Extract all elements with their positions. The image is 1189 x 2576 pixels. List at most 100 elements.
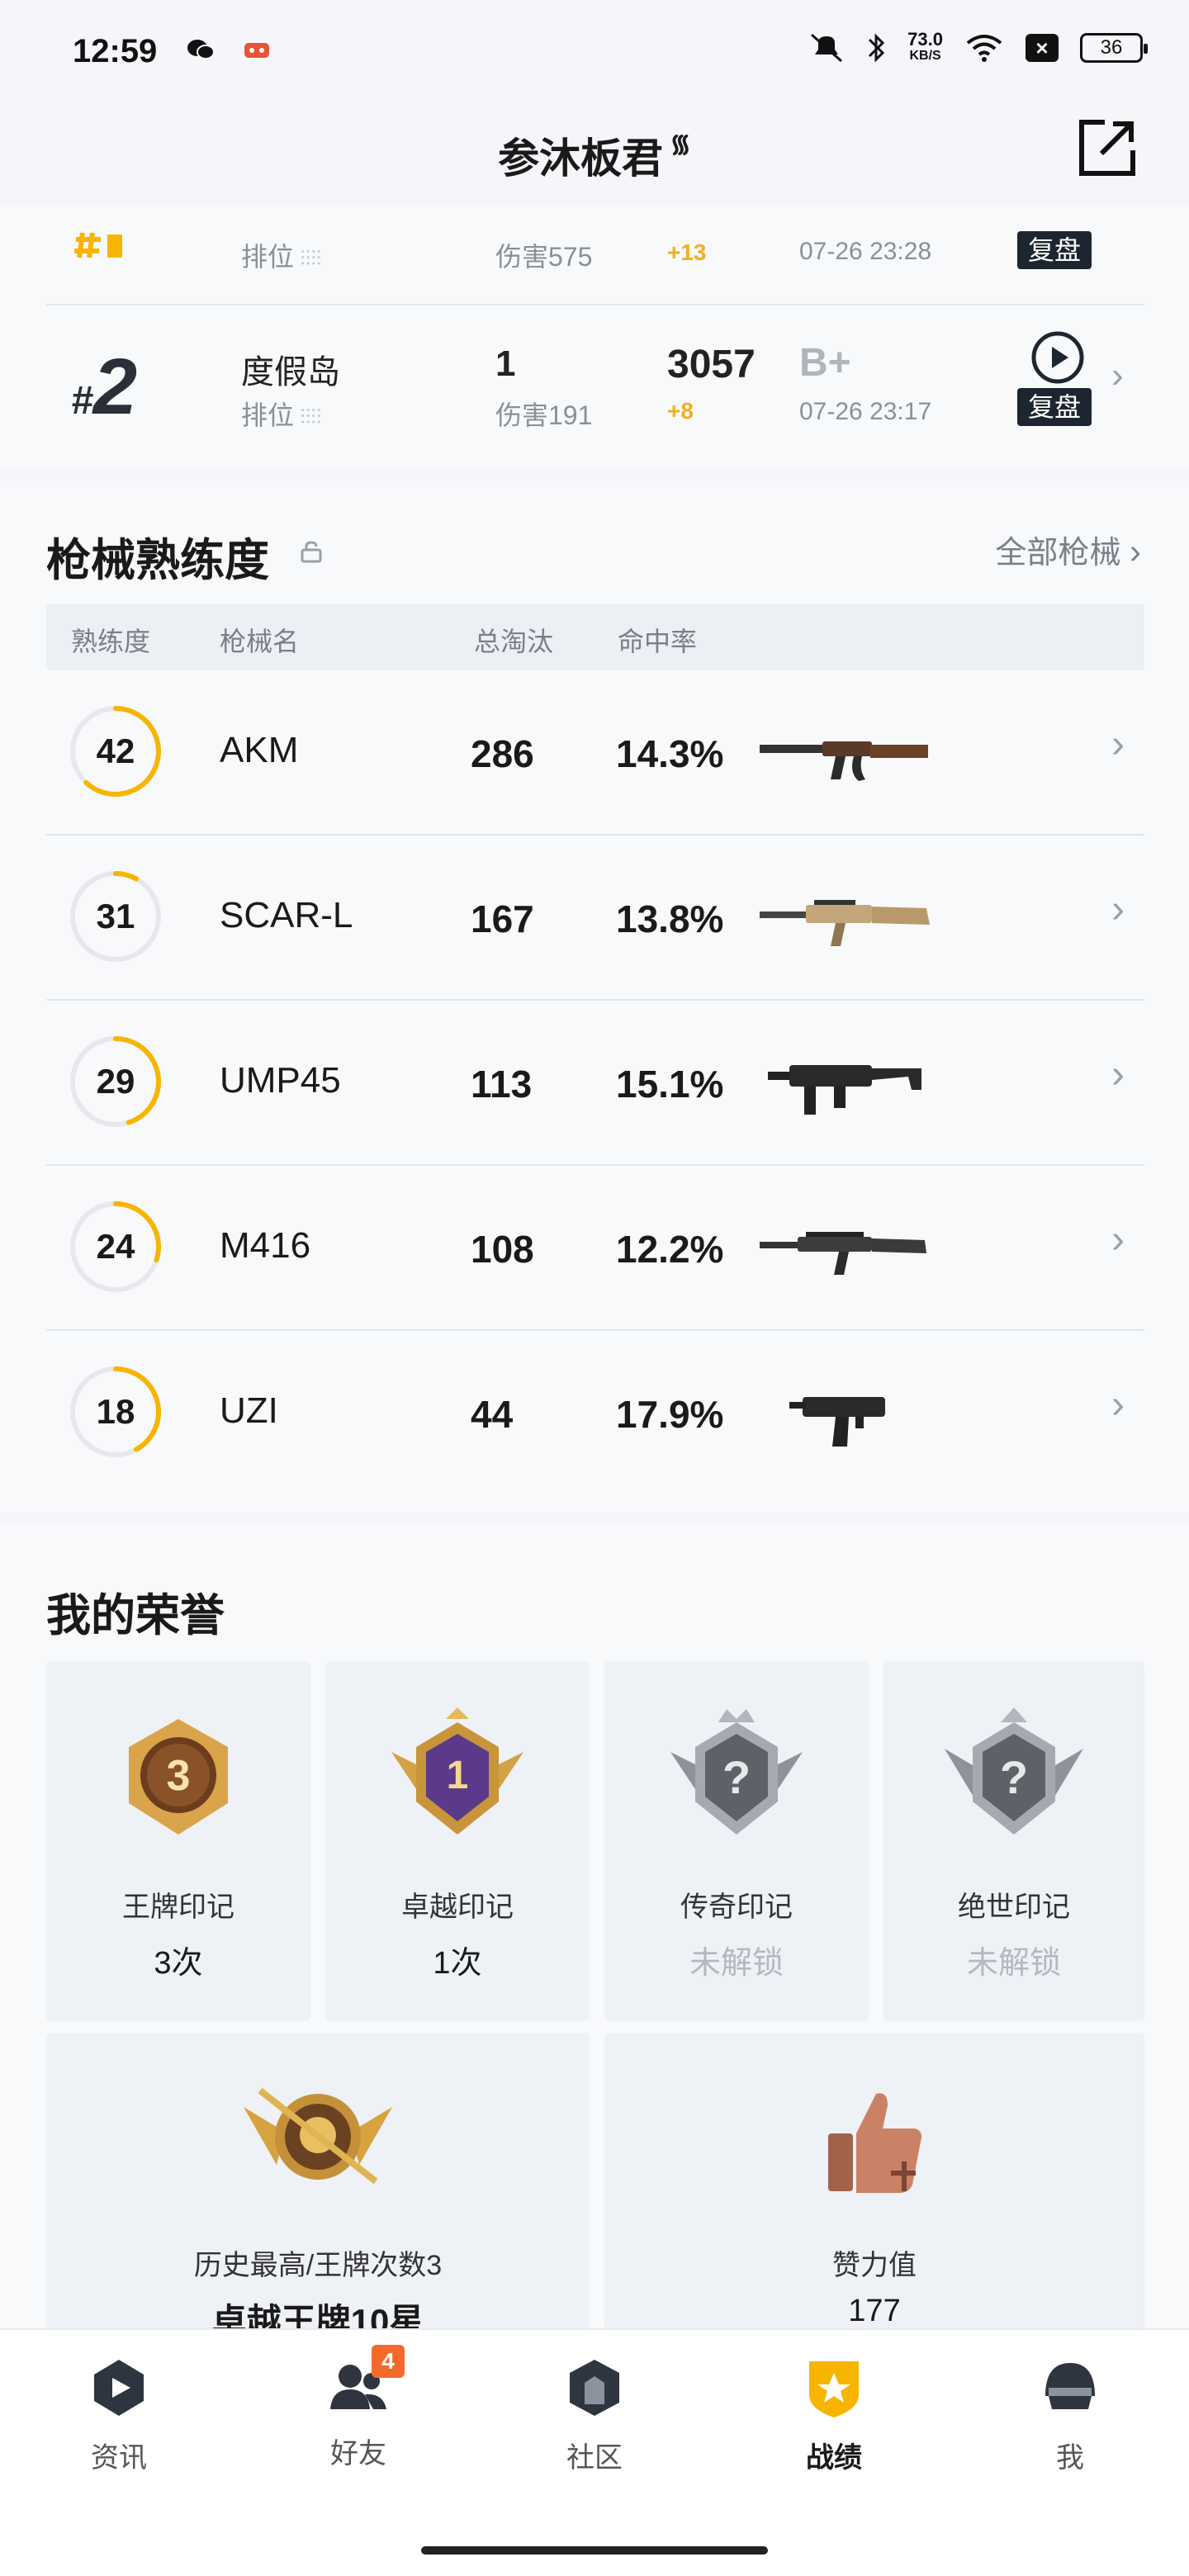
nav-me[interactable]: 我 [988,2355,1153,2475]
honor-label: 绝世印记 [958,1892,1070,1923]
excellence-mark-badge-icon: 1 [391,1707,523,1835]
weapon-name: AKM [220,730,299,770]
akm-rifle-icon [760,741,928,781]
status-bar: 12:59 73.0 KB/S × 36 [0,0,1189,99]
honor-card-ace[interactable]: 3 王牌印记 3次 [46,1661,310,2021]
status-right: 73.0 KB/S × 36 [808,29,1148,64]
weapon-proficiency-section: 枪械熟练度 全部枪械 › 熟练度 枪械名 总淘汰 命中率 42 AKM 286 … [0,481,1189,1513]
page-title[interactable]: 参沐板君 ᯾ [0,125,1189,185]
weapon-name: M416 [220,1225,311,1266]
weapon-name: SCAR-L [220,895,353,935]
battery-indicator: 36 [1080,33,1148,63]
honor-value: 未解锁 [689,1946,784,1981]
nav-news[interactable]: 资讯 [36,2355,201,2475]
chevron-right-icon[interactable]: › [1111,887,1125,932]
bottom-nav: 资讯 4 好友 社区 战绩 我 [0,2328,1189,2576]
svg-text:3: 3 [167,1752,191,1800]
weapon-row[interactable]: 31 SCAR-L 167 13.8% › [46,836,1144,1001]
weapon-row[interactable]: 29 UMP45 113 15.1% › [46,1001,1144,1166]
weapon-row[interactable]: 42 AKM 286 14.3% › [46,670,1144,836]
header-accuracy: 命中率 [618,627,698,656]
chevron-right-icon[interactable]: › [1111,722,1125,767]
sim-x-icon: × [1026,34,1059,62]
bluetooth-icon [869,33,885,63]
header-proficiency: 熟练度 [71,627,151,656]
weapon-accuracy: 14.3% [616,732,724,775]
legend-mark-locked-icon: ? [670,1709,803,1835]
likes-value: 177 [848,2294,901,2328]
chevron-right-icon[interactable]: › [1111,1052,1125,1097]
wechat-icon [187,40,215,59]
nav-label: 资讯 [91,2442,147,2474]
match-points: +13 [667,239,707,265]
header-name: 枪械名 [220,627,300,656]
highest-tier-card[interactable]: 历史最高/王牌次数3 卓越王牌10星 [46,2033,590,2355]
match-damage: 伤害191 [495,400,593,430]
honor-label: 王牌印记 [122,1892,234,1923]
home-indicator[interactable] [421,2546,768,2555]
proficiency-level: 42 [96,732,135,770]
stats-shield-icon [809,2361,859,2417]
weapon-kills: 167 [471,897,534,940]
nav-label: 战绩 [806,2442,862,2474]
replay-button[interactable]: 复盘 [1017,388,1092,426]
replay-play-icon[interactable] [1029,329,1087,386]
honor-card-excellence[interactable]: 1 卓越印记 1次 [325,1661,590,2021]
weapon-kills: 113 [471,1063,533,1106]
chevron-right-icon[interactable]: › [1111,1217,1125,1262]
chevron-right-icon[interactable]: › [1111,355,1124,396]
weapon-kills: 286 [471,732,534,775]
proficiency-level: 29 [96,1062,135,1101]
page-header: 参沐板君 ᯾ [0,99,1189,206]
honor-value: 1次 [433,1946,482,1981]
match-points: +8 [667,398,694,424]
replay-button[interactable]: 复盘 [1017,231,1092,269]
match-time: 07-26 23:17 [799,398,932,425]
likes-card[interactable]: 赞力值 177 [604,2033,1144,2355]
svg-text:?: ? [1000,1751,1028,1803]
lock-icon[interactable] [299,540,324,563]
rank-number: #2 [71,343,138,431]
thumbs-up-icon [828,2093,921,2193]
nav-stats[interactable]: 战绩 [751,2355,917,2475]
nav-community[interactable]: 社区 [512,2355,677,2475]
nav-friends[interactable]: 4 好友 [276,2345,441,2471]
proficiency-level: 24 [96,1227,135,1266]
nav-label: 好友 [330,2438,386,2469]
nav-label: 社区 [566,2442,623,2474]
all-weapons-link[interactable]: 全部枪械 › [995,527,1141,572]
share-icon[interactable] [1077,117,1138,178]
weapon-accuracy: 12.2% [616,1228,724,1271]
weapon-row[interactable]: 24 M416 108 12.2% › [46,1166,1144,1331]
svg-text:1: 1 [447,1754,469,1797]
uzi-smg-icon [789,1397,885,1447]
proficiency-level: 18 [96,1392,135,1431]
match-row[interactable]: 排位 ⫶⫶⫶⫶ 伤害575 +13 07-26 23:28 复盘 [46,206,1144,305]
section-title: 枪械熟练度 [46,536,269,585]
friends-icon-wrap: 4 [325,2345,405,2421]
friends-badge: 4 [372,2345,405,2378]
weapon-name: UMP45 [220,1060,341,1101]
highest-tier-badge-icon [244,2087,392,2185]
honor-card-peerless[interactable]: ? 绝世印记 未解锁 [883,1661,1144,2021]
wifi-icon [966,35,1002,62]
svg-text:?: ? [722,1751,751,1803]
match-grade: B+ [799,341,851,385]
helmet-icon [1045,2363,1095,2409]
honor-value: 未解锁 [966,1946,1061,1981]
ump-smg-icon [768,1065,921,1115]
honor-card-legend[interactable]: ? 传奇印记 未解锁 [604,1661,869,2021]
chevron-right-icon[interactable]: › [1111,1382,1125,1428]
match-mode: 排位 ⫶⫶⫶⫶ [241,242,322,272]
match-row[interactable]: #2 度假岛 排位 ⫶⫶⫶⫶ 1 伤害191 3057 +8 B+ 07-26 … [46,305,1144,471]
weapon-kills: 44 [471,1393,514,1436]
rank-number [74,232,122,258]
ace-mark-badge-icon: 3 [129,1719,228,1835]
match-time: 07-26 23:28 [799,238,932,265]
weapon-table-header: 熟练度 枪械名 总淘汰 命中率 [46,604,1144,670]
weapon-name: UZI [220,1390,278,1431]
weapon-accuracy: 13.8% [616,897,724,940]
network-speed: 73.0 KB/S [907,29,943,64]
weapon-row[interactable]: 18 UZI 44 17.9% › [46,1331,1144,1496]
match-history: 排位 ⫶⫶⫶⫶ 伤害575 +13 07-26 23:28 复盘 #2 度假岛 … [0,206,1189,469]
